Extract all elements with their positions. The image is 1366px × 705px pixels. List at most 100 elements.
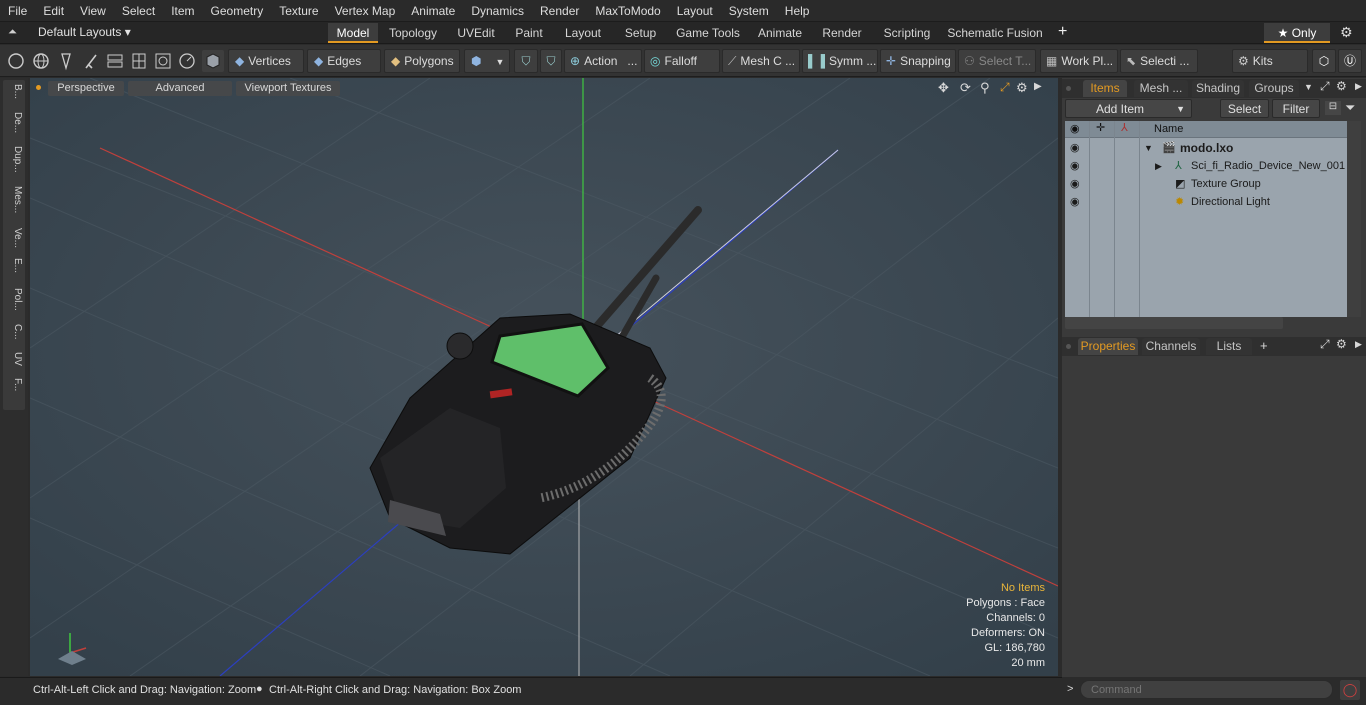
menu-item[interactable]: Item (163, 0, 202, 22)
settings-gear-icon[interactable]: ⚙ (1340, 24, 1353, 41)
tab-topology[interactable]: Topology (380, 23, 446, 43)
menu-item[interactable]: Vertex Map (327, 0, 404, 22)
props-maximize-icon[interactable]: ⤢ (1320, 337, 1330, 352)
polygons-button[interactable]: ◆ Polygons (384, 49, 460, 73)
menu-item[interactable]: Select (114, 0, 163, 22)
items-panel-tab[interactable]: Mesh ... (1134, 80, 1188, 97)
expand-icon[interactable]: ▶ (1155, 157, 1162, 175)
tab-render[interactable]: Render (813, 23, 871, 43)
props-panel-tab[interactable]: Properties (1078, 338, 1138, 355)
tab-layout[interactable]: Layout (554, 23, 612, 43)
tab-schematic-fusion[interactable]: Schematic Fusion (943, 23, 1047, 43)
tab-animate[interactable]: Animate (749, 23, 811, 43)
left-tool-tab[interactable]: De... (3, 112, 23, 133)
left-tool-tab[interactable]: Mes... (3, 186, 23, 213)
add-tab-button[interactable]: + (1058, 22, 1067, 42)
symmetry-toggle-a[interactable]: ⛉ (514, 49, 538, 73)
snapping-button[interactable]: ✛ Snapping (880, 49, 956, 73)
advanced-button[interactable]: Advanced (128, 81, 232, 96)
unreal-button[interactable]: Ⓤ (1338, 49, 1362, 73)
add-item-button[interactable]: Add Item ▼ (1065, 99, 1192, 118)
rotate-view-icon[interactable]: ⟳ (960, 80, 971, 96)
select-through-button[interactable]: ⚇ Select T... (958, 49, 1036, 73)
item-mode-button[interactable] (202, 50, 224, 72)
eye-icon[interactable]: ◉ (1070, 139, 1080, 157)
maximize-view-icon[interactable]: ⤢ (1000, 80, 1010, 95)
menu-item[interactable]: Edit (35, 0, 72, 22)
props-menu-arrow-icon[interactable]: ▶ (1355, 339, 1362, 350)
tab-paint[interactable]: Paint (506, 23, 552, 43)
list-item[interactable]: ◉ ▼ 🎬 modo.lxo (1065, 139, 1347, 157)
layout-arrow-icon[interactable]: ⏶ (8, 26, 22, 40)
menu-item[interactable]: Help (777, 0, 818, 22)
menu-item[interactable]: Render (532, 0, 587, 22)
tab-uvedit[interactable]: UVEdit (448, 23, 504, 43)
viewport-textures-button[interactable]: Viewport Textures (236, 81, 340, 96)
items-panel-tab[interactable]: Groups (1249, 80, 1299, 97)
collapse-icon[interactable]: ⊟ (1325, 101, 1341, 115)
items-panel-tab[interactable]: Shading (1192, 80, 1244, 97)
kits-button[interactable]: ⚙ Kits (1232, 49, 1308, 73)
left-tool-tab[interactable]: Ve... (3, 228, 23, 248)
items-tab-chevron-icon[interactable]: ▼ (1304, 82, 1313, 92)
eye-icon[interactable]: ◉ (1070, 193, 1080, 211)
mesh-constraint-button[interactable]: ⟋ Mesh C ... (722, 49, 800, 73)
props-add-tab-button[interactable]: + (1260, 338, 1268, 353)
menu-item[interactable]: MaxToModo (587, 0, 668, 22)
menu-item[interactable]: Dynamics (463, 0, 532, 22)
viewport-menu-arrow-icon[interactable]: ▶ (1034, 81, 1042, 92)
left-tool-tab[interactable]: C... (3, 324, 23, 340)
symmetry-button[interactable]: ▌▐ Symm ... (802, 49, 878, 73)
action-center-button[interactable]: ⊕ Action... (564, 49, 642, 73)
left-tool-tab[interactable]: B... (3, 84, 23, 99)
material-mode-button[interactable]: ⬢ ▼ (464, 49, 510, 73)
menu-item[interactable]: View (72, 0, 114, 22)
menu-item[interactable]: Animate (403, 0, 463, 22)
zoom-view-icon[interactable]: ⚲ (980, 80, 990, 96)
left-tool-tab[interactable]: UV (3, 352, 23, 366)
list-item[interactable]: ◉ ◩ Texture Group (1065, 175, 1347, 193)
items-gear-icon[interactable]: ⚙ (1336, 79, 1347, 93)
items-panel-tab[interactable]: Items (1083, 80, 1127, 97)
work-plane-button[interactable]: ▦ Work Pl... (1040, 49, 1118, 73)
layout-dropdown[interactable]: Default Layouts ▾ (38, 25, 131, 39)
tab-model[interactable]: Model (328, 23, 378, 43)
eye-icon[interactable]: ◉ (1070, 175, 1080, 193)
move-view-icon[interactable]: ✥ (938, 80, 949, 96)
only-toggle[interactable]: ★ Only (1264, 23, 1330, 43)
item-list-scrollbar[interactable] (1347, 121, 1361, 317)
menu-item[interactable]: Texture (271, 0, 326, 22)
list-item[interactable]: ◉ ✹ Directional Light (1065, 193, 1347, 211)
filter-funnel-icon[interactable]: ⏷ (1345, 100, 1355, 116)
left-tool-tab[interactable]: Pol... (3, 288, 23, 311)
left-tool-tab[interactable]: E... (3, 258, 23, 273)
viewport-gear-icon[interactable]: ⚙ (1016, 80, 1028, 96)
filter-button[interactable]: Filter (1272, 99, 1320, 118)
tab-game-tools[interactable]: Game Tools (669, 23, 747, 43)
symmetry-toggle-b[interactable]: ⛉ (540, 49, 562, 73)
eye-icon[interactable]: ◉ (1070, 157, 1080, 175)
props-gear-icon[interactable]: ⚙ (1336, 337, 1347, 351)
item-list-hscrollbar[interactable] (1065, 317, 1283, 329)
selection-sets-button[interactable]: ⬉ Selecti ... (1120, 49, 1198, 73)
menu-item[interactable]: File (0, 0, 35, 22)
perspective-button[interactable]: Perspective (48, 81, 124, 96)
falloff-button[interactable]: ◎ Falloff (644, 49, 720, 73)
props-panel-tab[interactable]: Channels (1142, 338, 1200, 355)
edges-button[interactable]: ◆ Edges (307, 49, 381, 73)
record-icon[interactable]: ◯ (1340, 680, 1360, 700)
list-item[interactable]: ◉ ▶ ⅄ Sci_fi_Radio_Device_New_001 (1065, 157, 1347, 175)
tab-scripting[interactable]: Scripting (873, 23, 941, 43)
tab-setup[interactable]: Setup (614, 23, 667, 43)
left-tool-tab[interactable]: Dup... (3, 146, 23, 173)
menu-item[interactable]: Geometry (203, 0, 272, 22)
select-button[interactable]: Select (1220, 99, 1269, 118)
left-tool-tab[interactable]: F... (3, 378, 23, 391)
vertices-button[interactable]: ◆ Vertices (228, 49, 304, 73)
name-column-header[interactable]: Name (1154, 123, 1183, 135)
unity-button[interactable]: ⬡ (1312, 49, 1336, 73)
expand-icon[interactable]: ▼ (1144, 139, 1153, 157)
menu-item[interactable]: Layout (669, 0, 721, 22)
items-menu-arrow-icon[interactable]: ▶ (1355, 81, 1362, 92)
command-input[interactable] (1080, 680, 1333, 699)
